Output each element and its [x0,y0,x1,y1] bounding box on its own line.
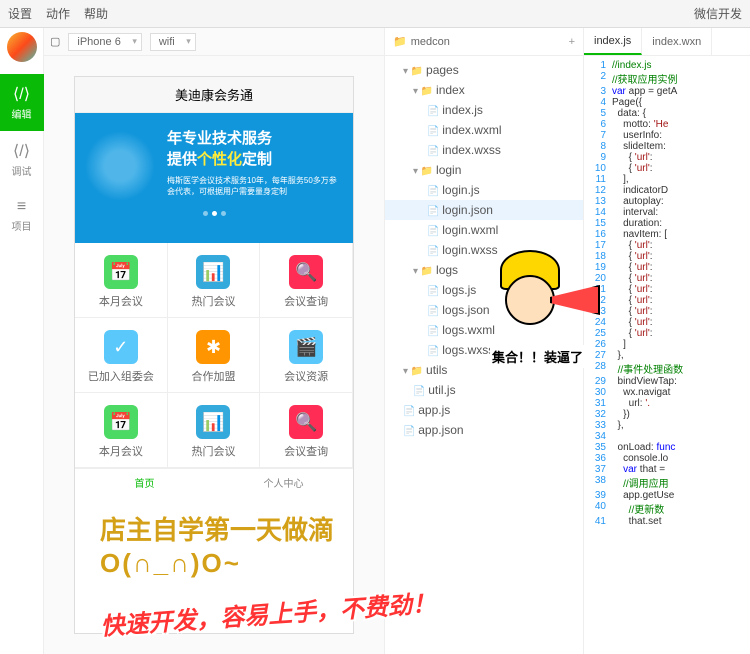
grid-item[interactable]: 📊热门会议 [168,243,261,318]
grid-icon: 🎬 [289,330,323,364]
grid-item[interactable]: 📊热门会议 [168,393,261,468]
code-icon: ⟨/⟩ [0,84,44,104]
left-sidebar: ⟨/⟩编辑 ⟨/⟩调试 ≡项目 [0,28,44,654]
file-tree-file[interactable]: app.js [385,400,583,420]
editor-tab-active[interactable]: index.js [584,28,642,55]
banner-dots [87,203,341,221]
tab-bar: 首页 个人中心 [75,468,353,496]
file-tree-file[interactable]: logs.json [385,300,583,320]
grid-icon: 🔍 [289,255,323,289]
grid-icon: 📅 [104,255,138,289]
grid-icon: 📊 [196,255,230,289]
list-icon: ≡ [0,198,44,216]
grid-item[interactable]: 🔍会议查询 [260,393,353,468]
grid-item[interactable]: 📅本月会议 [75,243,168,318]
menu-settings[interactable]: 设置 [8,5,32,22]
add-icon[interactable]: + [569,36,575,48]
tab-profile[interactable]: 个人中心 [214,469,353,496]
sidebar-project[interactable]: ≡项目 [0,188,44,243]
grid-item[interactable]: ✓已加入组委会 [75,318,168,393]
file-tree-file[interactable]: logs.js [385,280,583,300]
grid-item[interactable]: 🎬会议资源 [260,318,353,393]
file-tree-file[interactable]: login.wxss [385,240,583,260]
network-select[interactable]: wifi [150,33,196,51]
file-tree-file[interactable]: index.wxml [385,120,583,140]
grid-icon: ✓ [104,330,138,364]
grid-icon: 🔍 [289,405,323,439]
simulator-panel: ▢ iPhone 6 wifi 美迪康会务通 年专业技术服务 提供个性化定制 梅… [44,28,384,654]
file-tree-file[interactable]: login.js [385,180,583,200]
grid-icon: 📊 [196,405,230,439]
top-menu-bar: 设置 动作 帮助 微信开发 [0,0,750,28]
tab-home[interactable]: 首页 [75,469,214,496]
debug-icon: ⟨/⟩ [0,141,44,161]
sidebar-debug[interactable]: ⟨/⟩调试 [0,131,44,188]
file-tree-file[interactable]: util.js [385,380,583,400]
grid-item[interactable]: 🔍会议查询 [260,243,353,318]
project-name-tab[interactable]: 📁 medcon+ [385,28,583,56]
menu-actions[interactable]: 动作 [46,5,70,22]
code-editor: index.js index.wxn 1//index.js2//获取应用实例3… [584,28,750,654]
file-tree-fold[interactable]: login [385,160,583,180]
device-select[interactable]: iPhone 6 [68,33,141,51]
file-tree-file[interactable]: logs.wxss [385,340,583,360]
grid-item[interactable]: ✱合作加盟 [168,318,261,393]
grid-item[interactable]: 📅本月会议 [75,393,168,468]
user-avatar[interactable] [7,32,37,62]
sidebar-edit[interactable]: ⟨/⟩编辑 [0,74,44,131]
file-tree-file[interactable]: index.js [385,100,583,120]
menu-devtools[interactable]: 微信开发 [694,5,742,22]
code-area[interactable]: 1//index.js2//获取应用实例3var app = getA4Page… [584,56,750,531]
grid-icon: ✱ [196,330,230,364]
file-tree-file[interactable]: index.wxss [385,140,583,160]
editor-tab[interactable]: index.wxn [642,28,712,55]
file-tree-file[interactable]: app.json [385,420,583,440]
grid-icon: 📅 [104,405,138,439]
banner[interactable]: 年专业技术服务 提供个性化定制 梅斯医学会议技术服务10年，每年服务50多万参会… [75,113,353,243]
menu-grid: 📅本月会议📊热门会议🔍会议查询✓已加入组委会✱合作加盟🎬会议资源📅本月会议📊热门… [75,243,353,468]
device-bar: ▢ iPhone 6 wifi [44,28,384,56]
file-tree-fold[interactable]: index [385,80,583,100]
device-icon[interactable]: ▢ [50,35,60,48]
menu-help[interactable]: 帮助 [84,5,108,22]
globe-graphic [85,131,155,201]
file-tree-file[interactable]: login.json [385,200,583,220]
file-tree-fold[interactable]: pages [385,60,583,80]
file-tree-file[interactable]: login.wxml [385,220,583,240]
file-tree-fold[interactable]: logs [385,260,583,280]
phone-simulator: 美迪康会务通 年专业技术服务 提供个性化定制 梅斯医学会议技术服务10年，每年服… [74,76,354,634]
file-tree-file[interactable]: logs.wxml [385,320,583,340]
app-title: 美迪康会务通 [75,77,353,113]
file-tree-fold[interactable]: utils [385,360,583,380]
file-explorer: 📁 medcon+ pagesindexindex.jsindex.wxmlin… [384,28,584,654]
